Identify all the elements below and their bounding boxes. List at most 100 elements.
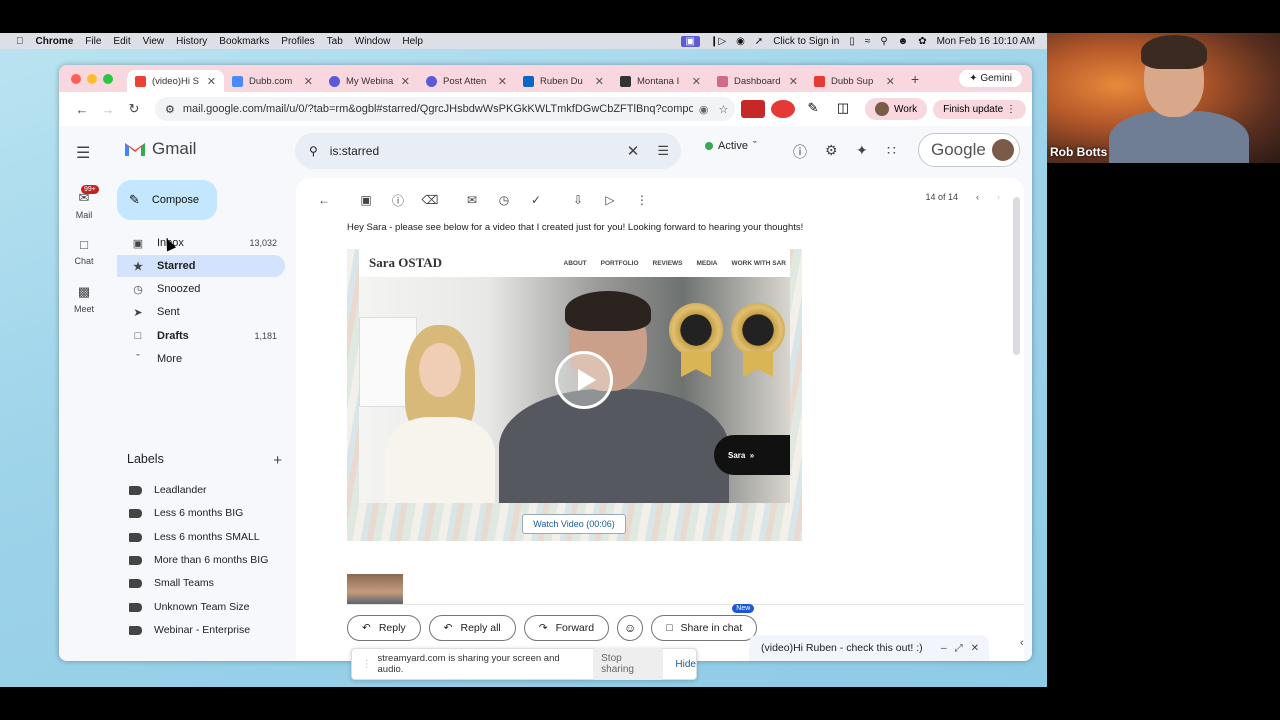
snooze-icon[interactable]: ◷ <box>488 193 520 207</box>
tab-gmail[interactable]: (video)Hi S ✕ <box>127 70 224 92</box>
minimize-window-icon[interactable] <box>87 73 97 84</box>
side-panel-icon[interactable]: ◫ <box>831 100 855 118</box>
tab-dubb[interactable]: Dubb.com ✕ <box>224 70 321 92</box>
site-info-icon[interactable]: ⚙ <box>165 103 175 116</box>
reply-all-button[interactable]: ↶ Reply all <box>428 615 516 641</box>
address-bar[interactable]: ⚙ mail.google.com/mail/u/0/?tab=rm&ogbl#… <box>155 97 735 121</box>
gemini-spark-icon[interactable]: ✦ <box>856 142 868 159</box>
menu-app-name[interactable]: Chrome <box>36 36 74 47</box>
menu-clock[interactable]: Mon Feb 16 10:10 AM <box>937 36 1035 47</box>
compose-button[interactable]: ✎ Compose <box>117 180 217 220</box>
rail-chat[interactable]: □ Chat <box>59 237 109 266</box>
screen-share-icon[interactable]: ▣ <box>680 35 700 47</box>
watch-video-button[interactable]: Watch Video (00:06) <box>522 514 626 534</box>
play-icon[interactable] <box>555 351 613 409</box>
back-icon[interactable]: ← <box>69 102 95 117</box>
menu-tab[interactable]: Tab <box>327 36 343 47</box>
add-label-icon[interactable]: + <box>273 452 282 469</box>
signin-icon[interactable]: ➚ <box>755 36 763 47</box>
new-tab-icon[interactable]: + <box>911 71 919 87</box>
menu-profiles[interactable]: Profiles <box>281 36 314 47</box>
archive-icon[interactable]: ▣ <box>350 193 382 207</box>
clear-search-icon[interactable]: ✕ <box>627 142 640 160</box>
tab-youtube[interactable]: Dubb Sup ✕ <box>806 70 903 92</box>
back-to-list-icon[interactable]: ← <box>308 193 340 207</box>
minimized-compose[interactable]: (video)Hi Ruben - check this out! :) – ⤢… <box>749 635 989 661</box>
search-icon[interactable]: ⚲ <box>309 144 318 158</box>
close-tab-icon[interactable]: ✕ <box>498 75 507 88</box>
emoji-reaction-icon[interactable]: ☺ <box>617 615 644 641</box>
profile-chip[interactable]: Work <box>865 98 928 120</box>
close-tab-icon[interactable]: ✕ <box>692 75 701 88</box>
help-icon[interactable]: ⓘ <box>793 142 807 162</box>
close-tab-icon[interactable]: ✕ <box>207 75 216 88</box>
minimize-icon[interactable]: – <box>941 643 947 654</box>
move-to-icon[interactable]: ⇩ <box>562 193 594 207</box>
bookmark-star-icon[interactable]: ☆ <box>718 103 728 116</box>
menu-help[interactable]: Help <box>402 36 423 47</box>
label-item[interactable]: Less 6 months SMALL <box>129 531 260 543</box>
label-item[interactable]: Unknown Team Size <box>129 601 250 613</box>
minimized-compose-title[interactable]: (video)Hi Ruben - check this out! :) <box>761 642 923 654</box>
nav-inbox[interactable]: ▣ Inbox 13,032 <box>117 232 285 254</box>
nav-snoozed[interactable]: ◷ Snoozed <box>117 278 285 300</box>
mark-unread-icon[interactable]: ✉ <box>456 193 488 207</box>
finish-update-button[interactable]: Finish update ⋮ <box>933 99 1026 119</box>
menu-history[interactable]: History <box>176 36 207 47</box>
search-bar[interactable]: ⚲ is:starred ✕ ☰ <box>295 133 681 169</box>
tab-linkedin[interactable]: Ruben Du ✕ <box>515 70 612 92</box>
more-options-icon[interactable]: ⋮ <box>626 193 658 207</box>
google-account-chip[interactable]: Google <box>918 133 1020 167</box>
search-options-icon[interactable]: ☰ <box>657 143 669 159</box>
close-tab-icon[interactable]: ✕ <box>789 75 798 88</box>
forward-icon[interactable]: → <box>95 102 121 117</box>
puzzle-icon[interactable]: ✎ <box>801 100 825 118</box>
menu-view[interactable]: View <box>143 36 165 47</box>
search-icon[interactable]: ⚲ <box>880 36 887 47</box>
forward-button[interactable]: ↷ Forward <box>523 615 610 641</box>
nav-sent[interactable]: ➤ Sent <box>117 301 285 323</box>
drag-handle-icon[interactable]: ⋮ <box>362 659 372 670</box>
extension-icon[interactable] <box>741 100 765 118</box>
main-menu-icon[interactable]: ☰ <box>76 143 90 163</box>
scrollbar-thumb[interactable] <box>1013 197 1020 355</box>
eye-icon[interactable]: ◉ <box>699 103 709 116</box>
notification-extension-icon[interactable] <box>771 100 795 118</box>
settings-gear-icon[interactable]: ⚙ <box>825 142 838 159</box>
apps-grid-icon[interactable]: ∷ <box>887 142 896 159</box>
tab-webinar[interactable]: My Webina ✕ <box>321 70 418 92</box>
add-task-icon[interactable]: ✓ <box>520 193 552 207</box>
nav-more[interactable]: ˇ More <box>117 348 285 370</box>
close-tab-icon[interactable]: ✕ <box>401 75 410 88</box>
share-in-chat-button[interactable]: □ Share in chat New <box>651 604 758 641</box>
delete-icon[interactable]: ⌫ <box>414 193 446 207</box>
reload-icon[interactable]: ↻ <box>121 101 147 117</box>
status-chip[interactable]: Active ˇ <box>705 140 757 152</box>
search-input[interactable]: is:starred <box>330 144 627 158</box>
menu-window[interactable]: Window <box>355 36 391 47</box>
next-message-icon[interactable]: › <box>997 192 1000 202</box>
camera-icon[interactable]: ◉ <box>736 36 745 47</box>
close-window-icon[interactable] <box>71 73 81 84</box>
close-tab-icon[interactable]: ✕ <box>886 75 895 88</box>
signin-text[interactable]: Click to Sign in <box>773 36 839 47</box>
side-panel-toggle-icon[interactable]: ‹ <box>1020 637 1024 649</box>
label-item[interactable]: More than 6 months BIG <box>129 554 268 566</box>
close-icon[interactable]: ✕ <box>971 643 979 654</box>
tab-montana[interactable]: Montana I ✕ <box>612 70 709 92</box>
rail-meet[interactable]: ▩ Meet <box>59 284 109 314</box>
menu-bookmarks[interactable]: Bookmarks <box>219 36 269 47</box>
tab-dashboard[interactable]: Dashboard ✕ <box>709 70 806 92</box>
video-thumbnail[interactable]: Sara » Sara OSTAD ABOUT PORTFOLIO REVIEW… <box>347 249 802 541</box>
label-item[interactable]: Leadlander <box>129 484 207 496</box>
nav-drafts[interactable]: □ Drafts 1,181 <box>117 325 285 347</box>
siri-icon[interactable]: ✿ <box>918 36 926 47</box>
hide-banner-button[interactable]: Hide <box>675 659 696 670</box>
close-tab-icon[interactable]: ✕ <box>304 75 313 88</box>
battery-icon[interactable]: ▯ <box>849 36 855 47</box>
report-spam-icon[interactable]: ⓘ <box>382 192 414 209</box>
tab-post-attendee[interactable]: Post Atten ✕ <box>418 70 515 92</box>
label-item[interactable]: Less 6 months BIG <box>129 507 243 519</box>
pause-icon[interactable]: ❙▷ <box>710 36 726 47</box>
prev-message-icon[interactable]: ‹ <box>976 192 979 202</box>
